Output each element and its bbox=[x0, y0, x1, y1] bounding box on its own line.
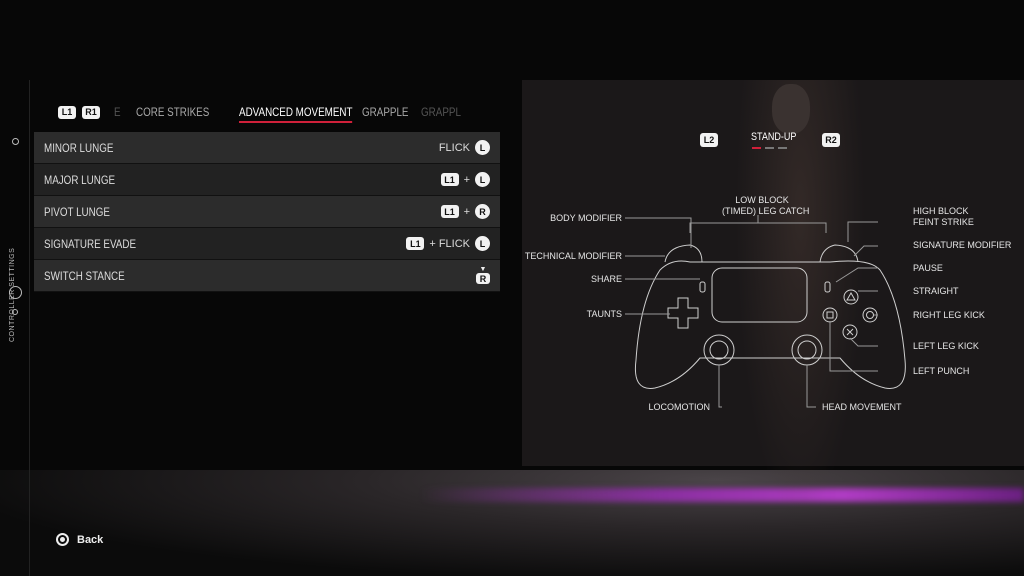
callout-lines bbox=[625, 215, 878, 408]
label-right-leg-kick: RIGHT LEG KICK bbox=[913, 310, 985, 320]
label-signature-modifier: SIGNATURE MODIFIER bbox=[913, 240, 1012, 250]
back-label: Back bbox=[77, 533, 104, 546]
options-button bbox=[824, 281, 831, 293]
label-straight: STRAIGHT bbox=[913, 286, 959, 296]
back-button[interactable]: Back bbox=[56, 533, 103, 546]
label-leg-catch: (TIMED) LEG CATCH bbox=[722, 206, 810, 216]
label-feint-strike: FEINT STRIKE bbox=[913, 217, 974, 227]
label-pause: PAUSE bbox=[913, 263, 943, 273]
label-high-block: HIGH BLOCK bbox=[913, 206, 969, 216]
label-taunts: TAUNTS bbox=[586, 309, 622, 319]
label-low-block: LOW BLOCK bbox=[735, 195, 789, 205]
share-button bbox=[699, 281, 706, 293]
square-button bbox=[822, 307, 838, 323]
r1-trigger bbox=[819, 244, 859, 263]
label-share: SHARE bbox=[590, 274, 622, 284]
l1-trigger bbox=[664, 244, 703, 263]
label-left-punch: LEFT PUNCH bbox=[913, 366, 970, 376]
left-stick bbox=[703, 334, 735, 366]
controller-body-outline bbox=[634, 260, 906, 389]
right-stick bbox=[791, 334, 823, 366]
label-body-modifier: BODY MODIFIER bbox=[550, 213, 622, 223]
label-left-leg-kick: LEFT LEG KICK bbox=[913, 341, 979, 351]
label-head-movement: HEAD MOVEMENT bbox=[822, 402, 902, 412]
label-technical-modifier: TECHNICAL MODIFIER bbox=[524, 251, 622, 261]
touchpad bbox=[711, 267, 808, 323]
dpad bbox=[667, 297, 699, 329]
controller-diagram bbox=[625, 215, 906, 408]
circle-button-icon bbox=[56, 533, 69, 546]
label-locomotion: LOCOMOTION bbox=[648, 402, 710, 412]
